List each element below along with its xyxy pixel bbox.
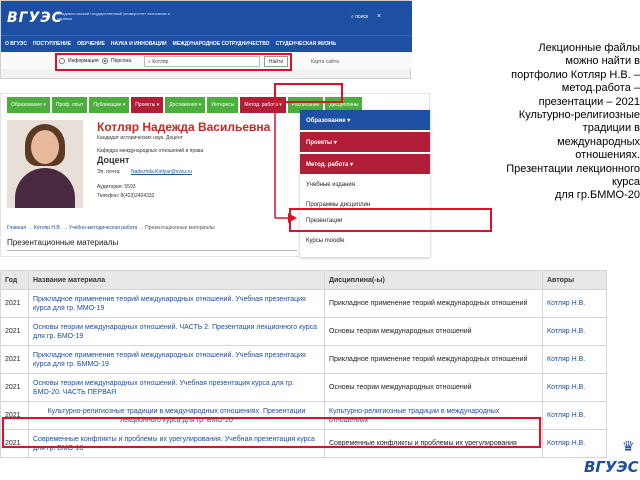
cell-year: 2021 xyxy=(0,317,29,346)
cell-title-link[interactable]: Прикладное применение теорий международн… xyxy=(28,289,325,318)
cell-discipline: Прикладное применение теорий международн… xyxy=(324,289,543,318)
cell-year: 2021 xyxy=(0,289,29,318)
header-search-label: поиск xyxy=(355,14,369,20)
section-title: Презентационные материалы xyxy=(7,238,119,247)
col-discipline[interactable]: Дисциплина(-ы) xyxy=(324,270,543,290)
site-header-bar: ВГУЭС Владивостокский государственный ун… xyxy=(1,1,412,35)
profile-name: Котляр Надежда Васильевна xyxy=(97,120,271,134)
search-highlight-box xyxy=(55,53,292,71)
cell-title-link[interactable]: Основы теории международных отношений. Ч… xyxy=(28,317,325,346)
breadcrumb: Главная → Котляр Н.В. → Учебно-методичес… xyxy=(7,225,215,231)
col-title[interactable]: Название материала xyxy=(28,270,325,290)
col-year[interactable]: Год xyxy=(0,270,29,290)
cell-author-link[interactable]: Котляр Н.В. xyxy=(542,317,607,346)
menu-item-education[interactable]: Образование ▾ xyxy=(300,110,430,130)
col-authors[interactable]: Авторы xyxy=(542,270,607,290)
tab-achievements[interactable]: Достижения ▾ xyxy=(165,97,206,113)
breadcrumb-method[interactable]: Учебно-методическая работа xyxy=(69,225,137,231)
cell-author-link[interactable]: Котляр Н.В. xyxy=(542,289,607,318)
nav-item-about[interactable]: О ВГУЭС xyxy=(5,41,27,47)
table-row: 2021 Основы теории международных отношен… xyxy=(0,317,607,346)
tab-publications[interactable]: Публикации ▾ xyxy=(89,97,130,113)
tab-projects[interactable]: Проекты ▾ xyxy=(131,97,164,113)
cell-title-link[interactable]: Основы теории международных отношений. У… xyxy=(28,373,325,402)
cell-title-link[interactable]: Прикладное применение теорий международн… xyxy=(28,345,325,374)
header-search-link[interactable]: ⌕ поиск xyxy=(351,14,368,20)
table-header-row: Год Название материала Дисциплина(-ы) Ав… xyxy=(0,270,607,290)
target-row-highlight-box xyxy=(2,417,541,448)
sitemap-link[interactable]: Карта сайта xyxy=(311,59,339,65)
tab-interests[interactable]: Интересы xyxy=(207,97,239,113)
profile-photo xyxy=(7,120,83,208)
section-divider xyxy=(7,250,297,251)
instruction-caption: Лекционные файлы можно найти в портфолио… xyxy=(506,42,640,202)
cell-author-link[interactable]: Котляр Н.В. xyxy=(542,373,607,402)
cell-year: 2021 xyxy=(0,345,29,374)
bottom-logo-text: ВГУЭС xyxy=(584,458,639,476)
table-row: 2021 Прикладное применение теорий междун… xyxy=(0,345,607,374)
breadcrumb-person[interactable]: Котляр Н.В. xyxy=(34,225,61,231)
site-main-nav: О ВГУЭС ПОСТУПЛЕНИЕ ОБУЧЕНИЕ НАУКА И ИНН… xyxy=(1,35,412,52)
menu-item-projects[interactable]: Проекты ▾ xyxy=(300,132,430,152)
cell-author-link[interactable]: Котляр Н.В. xyxy=(542,345,607,374)
nav-item-science[interactable]: НАУКА И ИННОВАЦИИ xyxy=(111,41,167,47)
close-icon[interactable]: × xyxy=(377,13,381,20)
site-logo[interactable]: ВГУЭС xyxy=(7,10,63,26)
method-dropdown-menu: Образование ▾ Проекты ▾ Метод. работа ▾ … xyxy=(300,110,430,257)
profile-phone: Телефон: 8(423)2404332 xyxy=(97,193,155,199)
profile-department: Кафедра международных отношений и права xyxy=(97,148,204,154)
profile-degree: Кандидат исторических наук, Доцент xyxy=(97,135,183,141)
university-name: Владивостокский государственный универси… xyxy=(57,11,171,21)
menu-item-method-work[interactable]: Метод. работа ▾ xyxy=(300,154,430,174)
profile-position: Доцент xyxy=(97,155,130,165)
cell-author-link[interactable]: Котляр Н.В. xyxy=(542,401,607,430)
nav-item-student-life[interactable]: СТУДЕНЧЕСКАЯ ЖИЗНЬ xyxy=(276,41,336,47)
cell-discipline: Основы теории международных отношений xyxy=(324,373,543,402)
materials-table-screenshot: Год Название материала Дисциплина(-ы) Ав… xyxy=(0,270,607,480)
submenu-moodle[interactable]: Курсы moodle xyxy=(306,238,344,244)
breadcrumb-current: Презентационные материалы xyxy=(145,225,215,231)
table-row: 2021 Основы теории международных отношен… xyxy=(0,373,607,402)
submenu-textbooks[interactable]: Учебные издания xyxy=(306,182,355,188)
table-row: 2021 Прикладное применение теорий междун… xyxy=(0,289,607,318)
nav-item-international[interactable]: МЕЖДУНАРОДНОЕ СОТРУДНИЧЕСТВО xyxy=(173,41,270,47)
profile-email-link[interactable]: Nadezhda.Kotlyar@vvsu.ru xyxy=(131,169,192,175)
tab-education[interactable]: Образование ▾ xyxy=(7,97,50,113)
red-arrow xyxy=(274,102,297,223)
profile-room: Аудитория: 5593 xyxy=(97,184,136,190)
cell-discipline: Прикладное применение теорий международн… xyxy=(324,345,543,374)
profile-email-label: Эл. почта: xyxy=(97,169,121,175)
nav-item-admission[interactable]: ПОСТУПЛЕНИЕ xyxy=(33,41,71,47)
tab-experience[interactable]: Проф. опыт xyxy=(51,97,88,113)
nav-item-education[interactable]: ОБУЧЕНИЕ xyxy=(77,41,105,47)
bottom-logo: ♛ ВГУЭС xyxy=(584,438,640,480)
emblem-icon: ♛ xyxy=(622,438,635,454)
presentations-highlight-box xyxy=(289,208,492,232)
cell-discipline: Основы теории международных отношений xyxy=(324,317,543,346)
cell-year: 2021 xyxy=(0,373,29,402)
breadcrumb-home[interactable]: Главная xyxy=(7,225,26,231)
